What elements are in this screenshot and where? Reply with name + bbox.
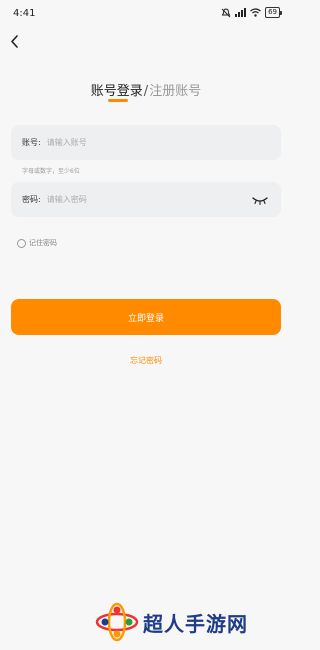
tab-active-indicator	[108, 99, 128, 102]
tab-separator: /	[143, 84, 149, 99]
account-hint: 字母或数字，至少6位	[22, 168, 80, 175]
watermark-logo	[95, 602, 139, 642]
account-input[interactable]	[46, 138, 281, 147]
chevron-left-icon	[11, 35, 18, 48]
password-field[interactable]: 密码:	[11, 182, 281, 217]
tab-register[interactable]: 注册账号	[149, 84, 201, 99]
remember-password-toggle[interactable]: 记住密码	[17, 238, 57, 248]
tab-account-login[interactable]: 账号登录	[91, 84, 143, 99]
status-icons: 69	[221, 7, 282, 18]
signal-icon	[235, 8, 247, 17]
watermark: 超人手游网	[95, 602, 248, 642]
auth-tabs: 账号登录/注册账号	[0, 80, 292, 99]
status-time: 4:41	[13, 8, 36, 19]
eye-closed-icon[interactable]	[251, 194, 269, 206]
account-label: 账号:	[22, 138, 41, 147]
password-input[interactable]	[46, 195, 251, 204]
forgot-password-link[interactable]: 忘记密码	[0, 355, 292, 366]
status-bar: 4:41 69	[0, 0, 292, 26]
battery-indicator: 69	[265, 7, 282, 18]
bell-off-icon	[221, 7, 231, 17]
remember-label: 记住密码	[29, 239, 57, 247]
password-label: 密码:	[22, 195, 41, 204]
back-button[interactable]	[6, 30, 26, 54]
watermark-text: 超人手游网	[143, 611, 248, 636]
remember-radio[interactable]	[17, 238, 26, 248]
wifi-icon	[250, 8, 261, 17]
login-button[interactable]: 立即登录	[11, 299, 281, 335]
account-field[interactable]: 账号:	[11, 125, 281, 160]
